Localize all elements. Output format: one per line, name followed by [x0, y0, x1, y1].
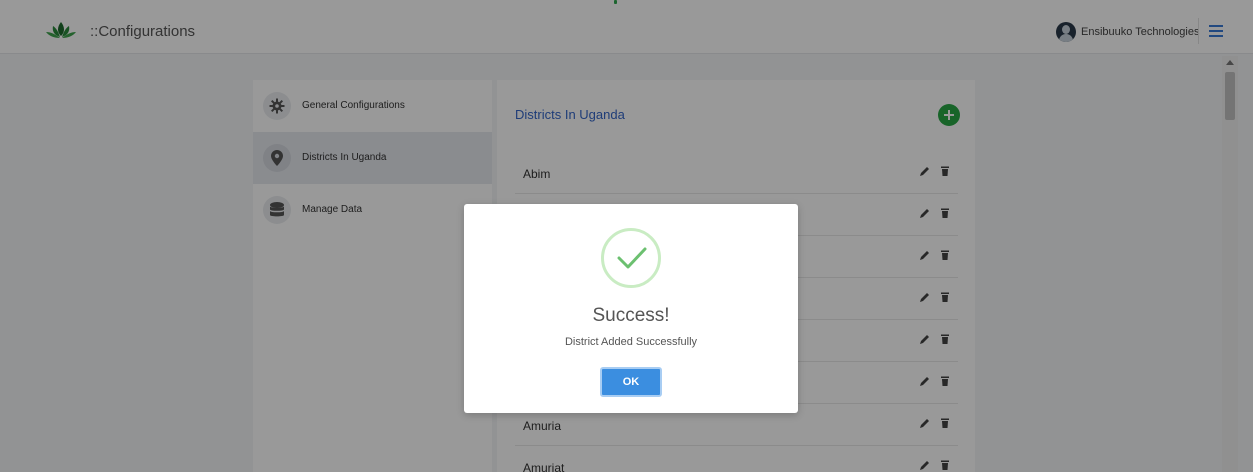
checkmark-icon	[601, 228, 661, 288]
dialog-message: District Added Successfully	[564, 336, 698, 348]
ok-button[interactable]: OK	[600, 367, 662, 397]
success-dialog: Success! District Added Successfully OK	[464, 204, 798, 413]
dialog-title: Success!	[592, 305, 670, 326]
